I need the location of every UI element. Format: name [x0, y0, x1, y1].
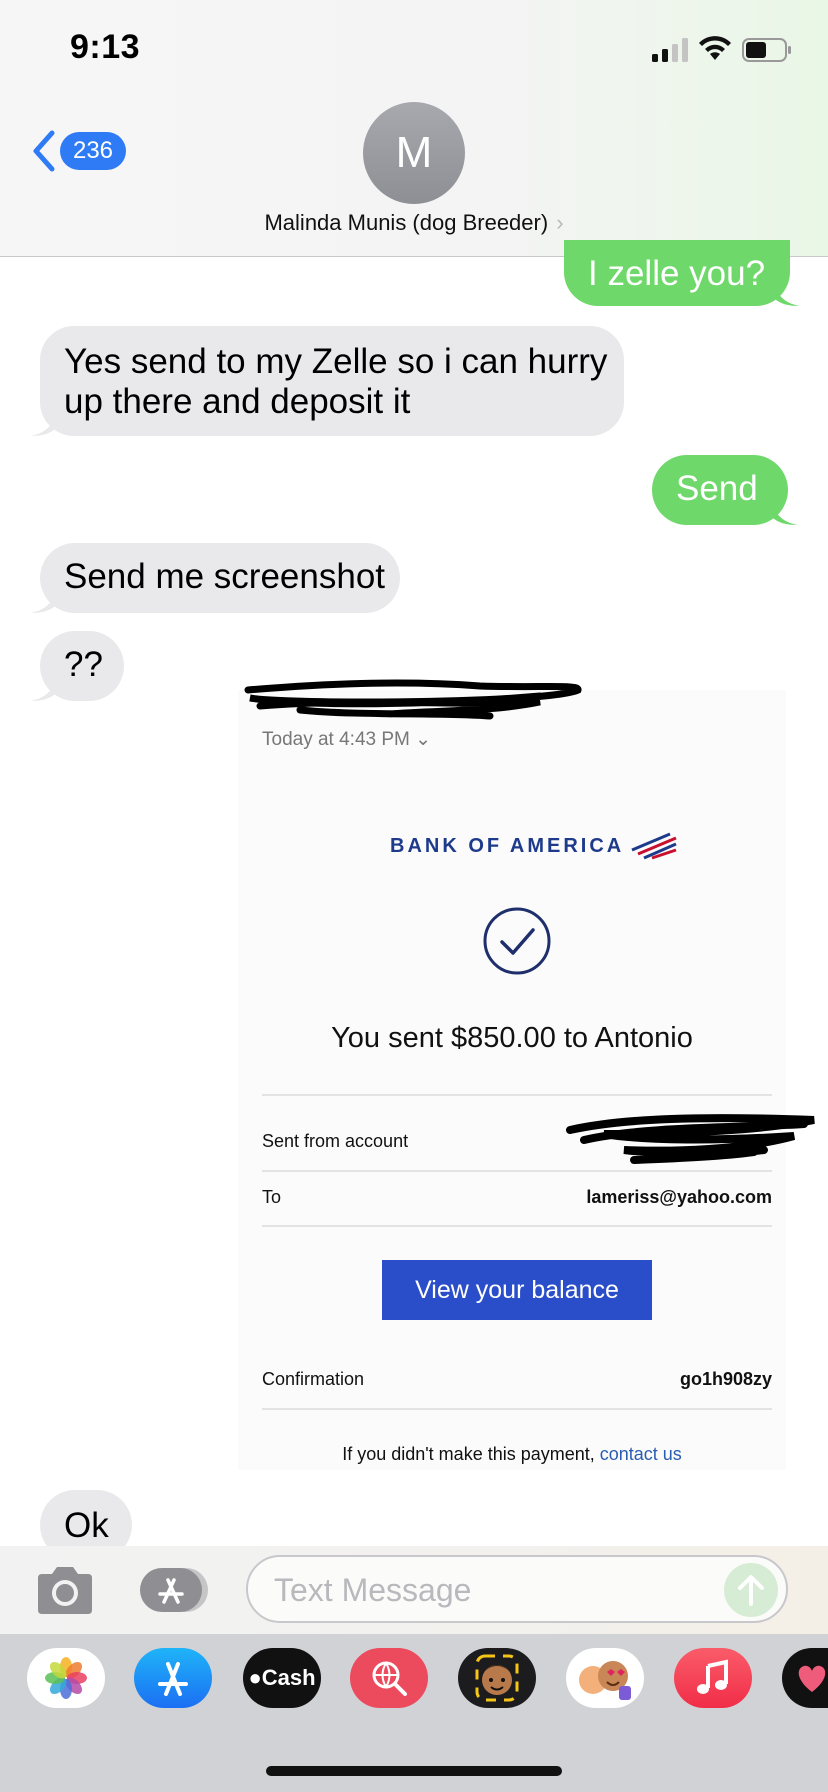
apple-cash-app-icon[interactable]: ●Cash: [243, 1648, 321, 1708]
recipient-email: lameriss@yahoo.com: [586, 1187, 772, 1207]
app-store-app-icon[interactable]: [134, 1648, 212, 1708]
chevron-left-icon: [33, 130, 55, 172]
memoji-stickers-app-icon[interactable]: [458, 1648, 536, 1708]
message-text: Ok: [64, 1506, 109, 1545]
back-button[interactable]: 236: [30, 128, 130, 174]
bank-name: BANK OF AMERICA: [390, 834, 625, 857]
divider: [262, 1170, 772, 1172]
payment-headline: You sent $850.00 to Antonio: [331, 1022, 693, 1054]
app-store-a-icon: [158, 1662, 188, 1696]
bubble-tail: [772, 503, 798, 525]
camera-icon[interactable]: [34, 1564, 96, 1616]
message-text-line: up there and deposit it: [64, 382, 411, 421]
unread-count-badge: 236: [60, 132, 126, 170]
photos-flower-icon: [45, 1657, 87, 1699]
app-store-drawer-icon[interactable]: [138, 1566, 212, 1614]
bubble-tail: [774, 284, 800, 306]
bubble-tail: [30, 591, 56, 613]
wifi-icon: [699, 36, 731, 60]
chevron-down-icon: ⌄: [415, 729, 432, 750]
photos-app-icon[interactable]: [27, 1648, 105, 1708]
message-text-line: Yes send to my Zelle so i can hurry: [64, 342, 608, 381]
message-bubble-sent[interactable]: Send: [652, 455, 798, 525]
bubble-tail: [30, 414, 56, 436]
message-bubble-received[interactable]: ??: [30, 631, 124, 701]
contact-us-link[interactable]: contact us: [600, 1444, 682, 1464]
status-time: 9:13: [70, 28, 141, 66]
contact-details-link[interactable]: Malinda Munis (dog Breeder) ›: [0, 210, 828, 240]
search-images-app-icon[interactable]: [350, 1648, 428, 1708]
battery-icon: [742, 38, 791, 62]
heart-icon: [798, 1665, 826, 1692]
cellular-signal-icon: [652, 38, 688, 62]
redaction-scribble: [566, 1114, 815, 1164]
contact-avatar[interactable]: M: [363, 102, 465, 204]
payment-disclaimer: If you didn't make this payment, contact…: [238, 1444, 786, 1465]
home-indicator: [266, 1766, 562, 1776]
message-bubble-received[interactable]: Yes send to my Zelle so i can hurry up t…: [30, 326, 624, 436]
arrow-up-icon: [738, 1575, 764, 1606]
confirmation-label: Confirmation: [262, 1369, 365, 1389]
sent-from-label: Sent from account: [262, 1131, 409, 1151]
checkmark-circle-icon: [483, 907, 551, 975]
confirmation-code: go1h908zy: [679, 1369, 772, 1389]
animoji-faces-icon: [579, 1661, 631, 1700]
view-balance-button[interactable]: View your balance: [382, 1260, 652, 1320]
divider: [262, 1094, 772, 1096]
music-app-icon[interactable]: [674, 1648, 752, 1708]
send-button[interactable]: [724, 1563, 778, 1617]
to-label: To: [262, 1187, 282, 1207]
bubble-tail: [30, 679, 56, 701]
message-text: I zelle you?: [588, 254, 766, 293]
disclaimer-text: If you didn't make this payment,: [342, 1444, 600, 1464]
redaction-scribble: [244, 679, 582, 720]
message-bubble-received[interactable]: Send me screenshot: [30, 543, 400, 613]
animoji-app-icon[interactable]: [566, 1648, 644, 1708]
contact-name: Malinda Munis (dog Breeder): [264, 210, 549, 235]
message-placeholder: Text Message: [274, 1572, 472, 1608]
timestamp-text: Today at 4:43 PM: [262, 729, 410, 750]
divider: [262, 1408, 772, 1410]
message-text: ??: [64, 645, 103, 684]
message-text: Send me screenshot: [64, 557, 386, 596]
apple-cash-label: ●Cash: [248, 1665, 315, 1691]
divider: [262, 1225, 772, 1227]
music-note-icon: [697, 1659, 728, 1694]
screenshot-attachment[interactable]: [238, 690, 786, 1470]
memoji-face-icon: [475, 1654, 519, 1702]
bank-logo: BANK OF AMERICA: [390, 832, 678, 860]
cash-text: Cash: [261, 1665, 316, 1690]
apple-logo-icon: ●: [248, 1665, 262, 1690]
globe-search-icon: [372, 1661, 407, 1696]
email-timestamp: Today at 4:43 PM ⌄: [262, 728, 431, 751]
bank-flag-icon: [631, 832, 677, 860]
message-bubble-sent[interactable]: I zelle you?: [564, 240, 800, 306]
message-text: Send: [676, 469, 758, 508]
chevron-right-icon: ›: [556, 210, 564, 235]
